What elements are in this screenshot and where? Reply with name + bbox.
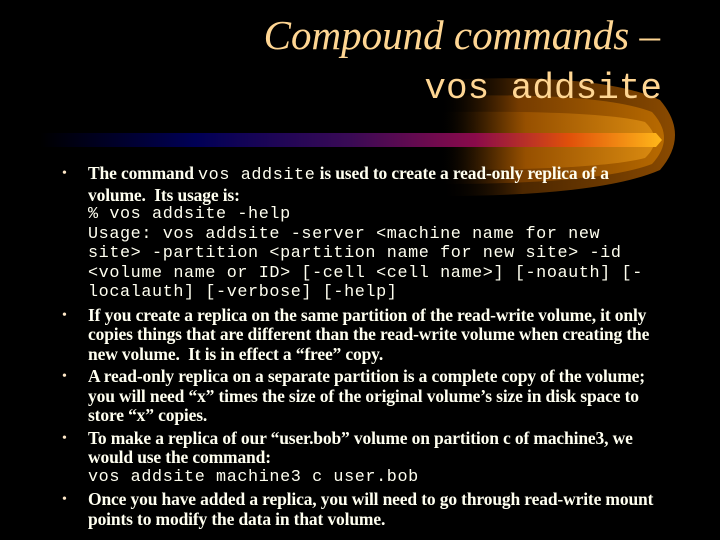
code-line: localauth] [-verbose] [-help]: [88, 283, 680, 303]
inline-code: vos addsite machine3 c user.bob: [88, 467, 419, 487]
slide-title-line-2: vos addsite: [424, 68, 662, 109]
inline-text: A read-only replica on a separate partit…: [88, 366, 645, 386]
bullet-icon: •: [62, 307, 67, 323]
inline-code: site> -partition <partition name for new…: [88, 244, 622, 263]
bullet-icon: •: [62, 369, 67, 384]
code-line: Usage: vos addsite -server <machine name…: [88, 225, 680, 245]
code-line: site> -partition <partition name for new…: [88, 244, 680, 264]
gradient-bar: [40, 133, 662, 147]
text-line: store “x” copies.: [88, 405, 680, 426]
inline-code: % vos addsite -help: [88, 205, 291, 224]
text-line: Once you have added a replica, you will …: [88, 489, 680, 510]
code-line: <volume name or ID> [-cell <cell name>] …: [88, 264, 680, 284]
text-line: volume. Its usage is:: [88, 184, 680, 206]
inline-text: points to modify the data in that volume…: [88, 508, 386, 529]
bullet-icon: •: [62, 430, 67, 446]
inline-code: vos addsite: [198, 166, 316, 185]
text-line: To make a replica of our “user.bob” volu…: [88, 427, 680, 449]
bullet-item: • Once you have added a replica, you will…: [0, 489, 720, 530]
inline-text: To make a replica of our “user.bob” volu…: [88, 427, 633, 448]
inline-code: Usage: vos addsite -server <machine name…: [88, 224, 601, 244]
text-line: you will need “x” times the size of the …: [88, 385, 680, 407]
inline-code: localauth] [-verbose] [-help]: [88, 283, 398, 302]
inline-text: would use the command:: [88, 447, 271, 467]
text-line: would use the command:: [88, 447, 680, 468]
bullet-item: • If you create a replica on the same par…: [0, 304, 720, 365]
code-line: % vos addsite -help: [88, 205, 680, 225]
inline-text: Once you have added a replica, you will …: [88, 489, 654, 509]
inline-code: <volume name or ID> [-cell <cell name>] …: [88, 263, 643, 283]
inline-text: volume. Its usage is:: [88, 184, 240, 205]
text-line: A read-only replica on a separate partit…: [88, 366, 680, 387]
inline-text: If you create a replica on the same part…: [88, 304, 647, 325]
text-line: copies things that are different than th…: [88, 324, 680, 345]
bullet-item: • To make a replica of our “user.bob” vol…: [0, 427, 720, 488]
inline-text: is used to create a read-only replica of…: [315, 163, 609, 183]
inline-text: copies things that are different than th…: [88, 324, 650, 344]
bullet-icon: •: [62, 492, 67, 507]
inline-text: The command: [88, 163, 199, 183]
inline-text: store “x” copies.: [88, 405, 208, 425]
slide-title-line-1: Compound commands –: [263, 12, 660, 58]
text-line: The command vos addsite is used to creat…: [88, 163, 680, 186]
text-line: If you create a replica on the same part…: [88, 304, 680, 326]
bullet-list: • The command vos addsite is used to crea…: [0, 163, 720, 532]
bullet-item: • The command vos addsite is used to crea…: [0, 163, 720, 303]
bullet-icon: •: [62, 166, 67, 181]
inline-text: new volume. It is in effect a “free” cop…: [88, 343, 384, 364]
text-line: points to modify the data in that volume…: [88, 508, 680, 530]
bullet-item: • A read-only replica on a separate parti…: [0, 366, 720, 426]
inline-text: you will need “x” times the size of the …: [88, 385, 639, 406]
text-line: new volume. It is in effect a “free” cop…: [88, 343, 680, 365]
code-line: vos addsite machine3 c user.bob: [88, 468, 680, 488]
